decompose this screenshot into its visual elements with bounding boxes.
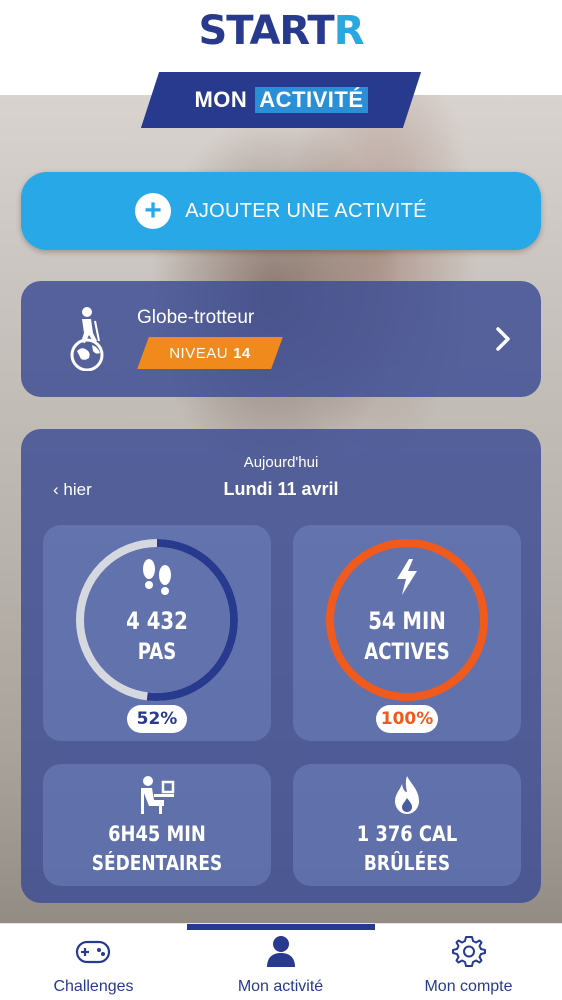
level-card[interactable]: Globe-trotteur NIVEAU 14 — [21, 281, 541, 397]
active-value: 54 MIN — [368, 607, 446, 635]
user-icon — [267, 936, 295, 967]
nav-label-challenges: Challenges — [53, 978, 134, 995]
today-label: Aujourd'hui — [243, 454, 319, 471]
level-badge-prefix: NIVEAU — [169, 344, 229, 362]
sedentary-stat[interactable]: 6H45 MIN SÉDENTAIRES — [43, 764, 271, 886]
calories-value: 1 376 CAL — [356, 822, 458, 846]
gamepad-icon — [75, 940, 111, 964]
add-activity-button[interactable]: + AJOUTER UNE ACTIVITÉ — [21, 172, 541, 250]
steps-percent-badge: 52% — [127, 705, 187, 733]
app-logo: STARTR — [0, 8, 562, 54]
footsteps-icon — [143, 559, 171, 595]
sedentary-value: 6H45 MIN — [108, 822, 206, 846]
level-title: Globe-trotteur — [137, 307, 255, 328]
steps-unit: PAS — [137, 640, 177, 665]
nav-tab-challenges[interactable]: Challenges — [0, 924, 187, 1000]
nav-tab-mon-activite[interactable]: Mon activité — [187, 924, 374, 1000]
globe-trotter-icon — [70, 307, 104, 371]
steps-value: 4 432 — [126, 607, 188, 635]
logo-accent: R — [333, 8, 365, 54]
lightning-icon — [397, 559, 417, 595]
add-activity-label: AJOUTER UNE ACTIVITÉ — [185, 199, 427, 222]
chevron-left-icon: ‹ — [53, 480, 59, 499]
logo-main: START — [198, 8, 334, 54]
sedentary-unit: SÉDENTAIRES — [91, 851, 223, 875]
calories-stat[interactable]: 1 376 CAL BRÛLÉES — [293, 764, 521, 886]
previous-day-label: hier — [63, 480, 92, 499]
calories-unit: BRÛLÉES — [363, 851, 451, 875]
active-unit: ACTIVES — [364, 640, 450, 665]
nav-label-mon-activite: Mon activité — [237, 978, 324, 995]
person-at-desk-icon — [141, 776, 175, 814]
active-percent-badge: 100% — [376, 705, 438, 733]
level-badge: NIVEAU 14 — [143, 337, 277, 369]
page-title-part2: ACTIVITÉ — [255, 87, 368, 113]
level-badge-number: 14 — [233, 344, 251, 362]
chevron-right-icon — [496, 327, 510, 351]
flame-icon — [395, 776, 419, 814]
gear-icon — [452, 936, 486, 967]
active-minutes-stat[interactable]: 54 MIN ACTIVES 100% — [293, 525, 521, 741]
page-title: MON ACTIVITÉ — [150, 72, 412, 128]
bottom-navigation: Challenges Mon activité Mon compte — [0, 923, 562, 1000]
page-title-part1: MON — [194, 87, 248, 112]
current-date: Lundi 11 avril — [223, 479, 339, 499]
previous-day-link[interactable]: ‹ hier — [53, 480, 92, 500]
daily-summary-card: Aujourd'hui Lundi 11 avril ‹ hier 4 432 … — [21, 429, 541, 903]
steps-stat[interactable]: 4 432 PAS 52% — [43, 525, 271, 741]
nav-label-mon-compte: Mon compte — [424, 978, 513, 995]
plus-icon: + — [135, 193, 172, 229]
nav-tab-mon-compte[interactable]: Mon compte — [375, 924, 562, 1000]
